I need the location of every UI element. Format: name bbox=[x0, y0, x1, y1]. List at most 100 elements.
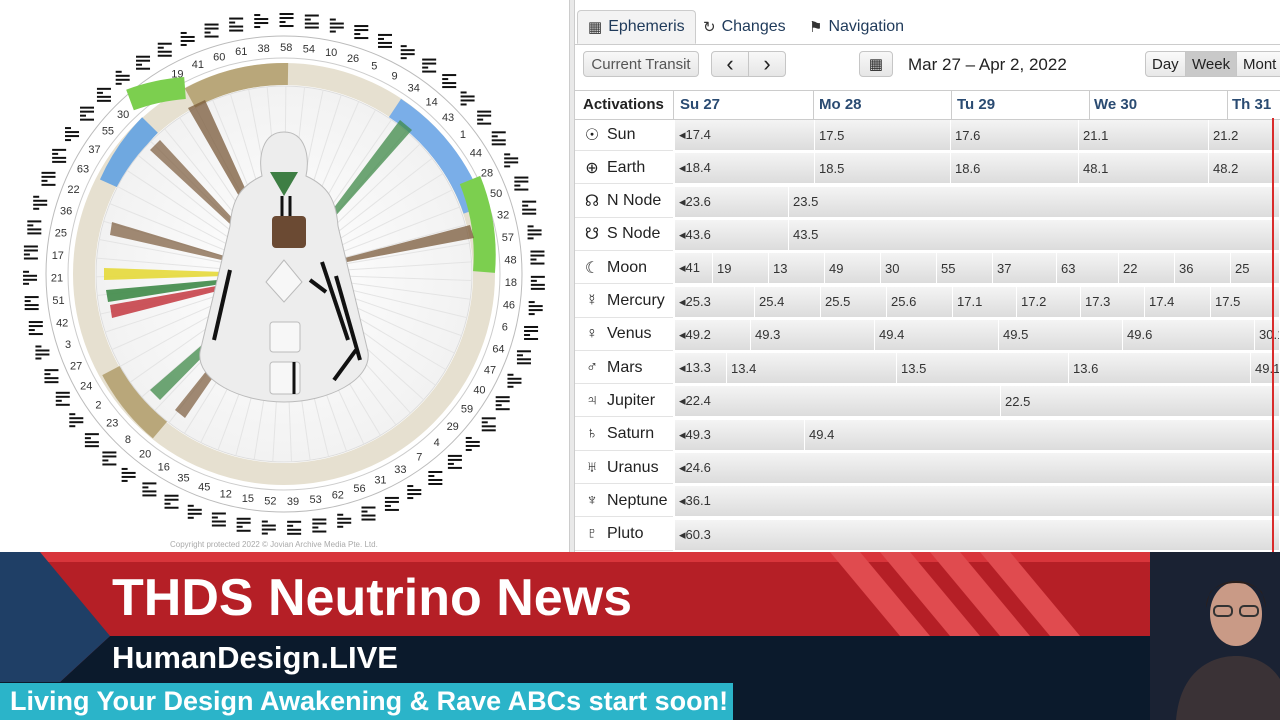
activation-cell[interactable]: ◂43.6 bbox=[675, 219, 789, 250]
gate-number: 7 bbox=[416, 451, 422, 463]
activation-cell[interactable]: 30 bbox=[881, 253, 937, 284]
activation-cell[interactable]: 49.3 bbox=[751, 319, 875, 350]
activation-cell[interactable]: 21.2 bbox=[1209, 120, 1280, 150]
activation-cell[interactable]: 17.6 bbox=[951, 120, 1079, 150]
activation-cell[interactable]: 17.5 bbox=[815, 120, 951, 150]
gate-number: 42 bbox=[56, 317, 68, 329]
activation-cell[interactable]: 49.5 bbox=[999, 319, 1123, 350]
activation-cell[interactable]: ◂41 bbox=[675, 253, 713, 284]
activation-cell[interactable]: 25.4 bbox=[755, 286, 821, 317]
activation-cell[interactable]: 25.6 bbox=[887, 286, 953, 317]
hexagram-icon bbox=[524, 325, 539, 340]
activation-cell[interactable]: 63 bbox=[1057, 253, 1119, 284]
copyright-text: Copyright protected 2022 © Jovian Archiv… bbox=[170, 540, 378, 549]
activation-cell[interactable]: 13.5 bbox=[897, 353, 1069, 384]
hexagram-icon bbox=[164, 494, 179, 509]
activation-cell[interactable]: ◂36.1 bbox=[675, 486, 1280, 517]
activation-cell[interactable]: ◂13.3 bbox=[675, 353, 727, 384]
gate-number: 41 bbox=[192, 59, 204, 71]
activation-track: ◂60.3 bbox=[675, 519, 1280, 550]
activation-cell[interactable]: 18.6 bbox=[951, 153, 1079, 184]
activation-cell[interactable]: 49.4 bbox=[875, 319, 999, 350]
activation-cell[interactable]: 17.1 bbox=[953, 286, 1017, 317]
current-transit-button[interactable]: Current Transit bbox=[583, 51, 699, 77]
activation-cell[interactable]: ◂49.2 bbox=[675, 319, 751, 350]
hexagram-icon bbox=[180, 31, 195, 46]
activation-cell[interactable]: 36 bbox=[1175, 253, 1231, 284]
planet-label: ♃ Jupiter bbox=[575, 385, 673, 418]
planet-symbol-icon: ☉ bbox=[584, 126, 600, 144]
hexagram-icon bbox=[23, 245, 38, 260]
activation-cell[interactable]: 17.5 bbox=[1211, 286, 1280, 317]
gate-number: 59 bbox=[461, 403, 473, 415]
gate-number: 15 bbox=[242, 493, 254, 505]
activation-cell[interactable]: 17.4 bbox=[1145, 286, 1211, 317]
activation-cell[interactable]: ◂22.4 bbox=[675, 386, 1001, 417]
activation-cell[interactable]: 37 bbox=[993, 253, 1057, 284]
activation-cell[interactable]: 13.6 bbox=[1069, 353, 1251, 384]
hexagram-icon bbox=[44, 369, 59, 384]
activation-cell[interactable]: ◂24.6 bbox=[675, 453, 1280, 483]
activation-cell[interactable]: 43.5 bbox=[789, 219, 1280, 250]
planet-symbol-icon: ♀ bbox=[586, 325, 598, 343]
ephemeris-panel: ▦ Ephemeris ↻ Changes ⚑ Navigation Curre… bbox=[575, 0, 1280, 552]
activation-cell[interactable]: 49.1 bbox=[1251, 353, 1280, 384]
activation-cell[interactable]: ◂25.3 bbox=[675, 286, 755, 317]
hexagram-icon bbox=[136, 55, 151, 70]
planet-name: Venus bbox=[607, 325, 652, 343]
view-week-button[interactable]: Week bbox=[1185, 51, 1238, 77]
activation-cell[interactable]: 49.6 bbox=[1123, 319, 1255, 350]
prev-week-button[interactable]: ‹ bbox=[711, 51, 749, 77]
hexagram-icon bbox=[204, 23, 219, 38]
gate-number: 56 bbox=[353, 483, 365, 495]
tab-ephemeris[interactable]: ▦ Ephemeris bbox=[577, 10, 696, 44]
activation-cell[interactable]: 49.4 bbox=[805, 419, 1280, 450]
activation-cell[interactable]: 22 bbox=[1119, 253, 1175, 284]
hexagram-icon bbox=[516, 350, 531, 365]
hexagram-icon bbox=[460, 91, 475, 106]
activation-cell[interactable]: 55 bbox=[937, 253, 993, 284]
planet-label: ♇ Pluto bbox=[575, 519, 673, 551]
activation-cell[interactable]: ◂49.3 bbox=[675, 419, 805, 450]
activation-cell[interactable]: 17.3 bbox=[1081, 286, 1145, 317]
planet-name: Neptune bbox=[607, 491, 668, 509]
next-week-button[interactable]: › bbox=[748, 51, 786, 77]
planet-symbol-icon: ♇ bbox=[586, 525, 598, 543]
activation-cell[interactable]: ◂18.4 bbox=[675, 153, 815, 184]
activation-cell[interactable]: 19 bbox=[713, 253, 769, 284]
activation-cell[interactable]: ◂17.4 bbox=[675, 120, 815, 150]
hexagram-icon bbox=[530, 250, 545, 265]
gate-number: 55 bbox=[102, 126, 114, 138]
gate-number: 21 bbox=[51, 272, 63, 284]
hexagram-icon bbox=[400, 45, 415, 60]
planet-symbol-icon: ♆ bbox=[586, 491, 598, 509]
activation-cell[interactable]: 22.5 bbox=[1001, 386, 1280, 417]
hexagram-icon bbox=[354, 25, 369, 40]
tab-changes[interactable]: ↻ Changes bbox=[703, 10, 786, 44]
activation-cell[interactable]: 30.1 bbox=[1255, 319, 1280, 350]
view-day-button[interactable]: Day bbox=[1145, 51, 1186, 77]
activations-header: Activations bbox=[583, 96, 664, 113]
activation-cell[interactable]: 48.2 bbox=[1209, 153, 1280, 184]
activation-cell[interactable]: 18.5 bbox=[815, 153, 951, 184]
activation-cell[interactable]: ◂23.6 bbox=[675, 186, 789, 217]
activation-cell[interactable]: 21.1 bbox=[1079, 120, 1209, 150]
planet-symbol-icon: ☾ bbox=[584, 259, 600, 277]
activation-cell[interactable]: 17.2 bbox=[1017, 286, 1081, 317]
activation-cell[interactable]: 25.5 bbox=[821, 286, 887, 317]
activation-cell[interactable]: 48.1 bbox=[1079, 153, 1209, 184]
hexagram-icon bbox=[27, 220, 42, 235]
activation-cell[interactable]: 23.5 bbox=[789, 186, 1280, 217]
hexagram-icon bbox=[337, 513, 352, 528]
activation-track: ◂17.4 17.5 17.6 21.1 21.2 bbox=[675, 120, 1280, 150]
planet-row: ♂ Mars ◂13.3 13.4 13.5 13.6 49.1 bbox=[575, 352, 1280, 385]
planet-symbol-icon: ♄ bbox=[586, 425, 598, 443]
view-month-button[interactable]: Mont bbox=[1236, 51, 1280, 77]
planet-symbol-icon: ♂ bbox=[586, 358, 598, 376]
tab-navigation[interactable]: ⚑ Navigation bbox=[809, 10, 904, 44]
activation-cell[interactable]: 13 bbox=[769, 253, 825, 284]
activation-cell[interactable]: 13.4 bbox=[727, 353, 897, 384]
activation-cell[interactable]: ◂60.3 bbox=[675, 519, 1280, 550]
activation-cell[interactable]: 49 bbox=[825, 253, 881, 284]
calendar-picker-button[interactable]: ▦ bbox=[859, 51, 893, 77]
